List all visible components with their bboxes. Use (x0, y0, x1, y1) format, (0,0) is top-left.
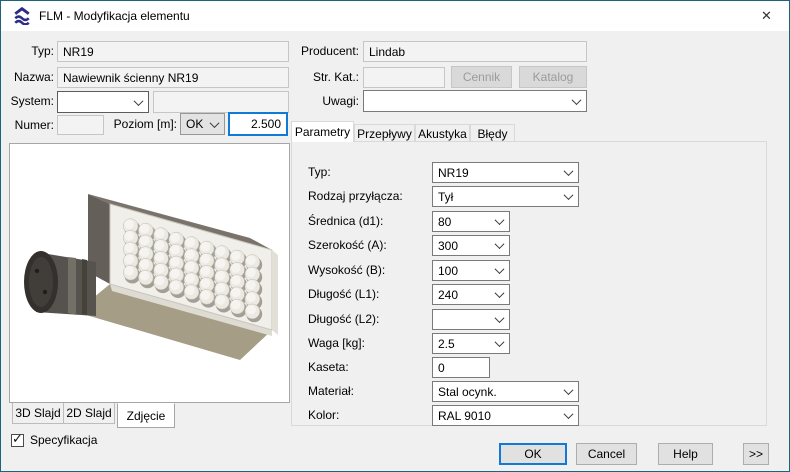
numer-field (57, 115, 104, 135)
param-dlugosc-l2-label: Długość (L2): (308, 309, 438, 330)
system-label: System: (7, 91, 54, 112)
typ-field[interactable]: NR19 (57, 41, 289, 62)
chevron-down-icon (559, 406, 578, 425)
typ-label: Typ: (9, 41, 54, 62)
param-srednica-select[interactable]: 80 (432, 211, 510, 232)
tab-parametry[interactable]: Parametry (291, 121, 354, 142)
numer-label: Numer: (9, 115, 54, 136)
app-logo-icon (13, 7, 31, 25)
poziom-value-text: 2.500 (251, 117, 281, 131)
preview-tab-zdjecie[interactable]: Zdjęcie (117, 403, 175, 428)
param-waga-value: 2.5 (433, 337, 490, 351)
chevron-down-icon (490, 236, 509, 255)
expand-button[interactable]: >> (743, 443, 769, 465)
param-waga-select[interactable]: 2.5 (432, 333, 510, 354)
param-dlugosc-l2-select[interactable] (432, 309, 510, 330)
poziom-label: Poziom [m]: (109, 114, 177, 135)
specyfikacja-label: Specyfikacja (30, 431, 97, 449)
cancel-button[interactable]: Cancel (576, 443, 637, 465)
strkat-label: Str. Kat.: (289, 67, 359, 88)
close-icon[interactable]: ✕ (744, 1, 789, 30)
chevron-down-icon (559, 382, 578, 401)
product-photo (9, 143, 290, 403)
param-dlugosc-l1-select[interactable]: 240 (432, 284, 510, 305)
param-kaseta-input[interactable]: 0 (432, 357, 490, 378)
typ-field-value: NR19 (63, 45, 94, 59)
check-icon: ✓ (12, 431, 23, 447)
param-material-select[interactable]: Stal ocynk. (432, 381, 579, 402)
katalog-button[interactable]: Katalog (519, 66, 587, 88)
param-wysokosc-label: Wysokość (B): (308, 260, 438, 281)
param-dlugosc-l1-label: Długość (L1): (308, 284, 438, 305)
param-rodzaj-value: Tył (433, 190, 559, 204)
param-szerokosc-label: Szerokość (A): (308, 235, 438, 256)
param-kaseta-value: 0 (438, 361, 445, 375)
param-rodzaj-select[interactable]: Tył (432, 186, 579, 207)
titlebar[interactable]: FLM - Modyfikacja elementu ✕ (1, 1, 789, 31)
uwagi-label: Uwagi: (289, 91, 359, 112)
chevron-down-icon (129, 92, 148, 112)
param-typ-select[interactable]: NR19 (432, 162, 579, 183)
tab-przeplywy[interactable]: Przepływy (354, 124, 415, 142)
uwagi-select[interactable] (363, 90, 587, 112)
param-kolor-value: RAL 9010 (433, 409, 559, 423)
poziom-value-input[interactable]: 2.500 (228, 112, 288, 136)
chevron-down-icon (205, 114, 224, 134)
param-waga-label: Waga [kg]: (308, 333, 438, 354)
param-typ-label: Typ: (308, 162, 438, 183)
chevron-down-icon (490, 212, 509, 231)
producent-label: Producent: (289, 41, 359, 62)
param-kaseta-label: Kaseta: (308, 357, 438, 378)
chevron-down-icon (490, 334, 509, 353)
tab-akustyka[interactable]: Akustyka (415, 124, 470, 142)
system-extra-field (153, 91, 289, 113)
param-kolor-label: Kolor: (308, 405, 438, 426)
window-title: FLM - Modyfikacja elementu (39, 1, 190, 31)
tabpage-parametry: Typ: NR19 Rodzaj przyłącza: Tył Średnica… (291, 141, 767, 426)
nazwa-field-value: Nawiewnik ścienny NR19 (63, 71, 198, 85)
preview-tab-2d-slajd[interactable]: 2D Slajd (63, 403, 115, 424)
chevron-down-icon (490, 285, 509, 304)
param-srednica-label: Średnica (d1): (308, 211, 438, 232)
tab-bledy[interactable]: Błędy (470, 124, 515, 142)
poziom-mode-value: OK (181, 117, 205, 131)
param-kolor-select[interactable]: RAL 9010 (432, 405, 579, 426)
param-szerokosc-select[interactable]: 300 (432, 235, 510, 256)
producent-field-value: Lindab (369, 45, 405, 59)
param-dlugosc-l1-value: 240 (433, 288, 490, 302)
param-wysokosc-value: 100 (433, 264, 490, 278)
nazwa-field[interactable]: Nawiewnik ścienny NR19 (57, 67, 289, 88)
specyfikacja-checkbox[interactable]: ✓ (11, 434, 24, 447)
chevron-down-icon (490, 261, 509, 280)
dialog-window: FLM - Modyfikacja elementu ✕ Typ: NR19 N… (0, 0, 790, 472)
param-wysokosc-select[interactable]: 100 (432, 260, 510, 281)
chevron-down-icon (567, 91, 586, 111)
producent-field[interactable]: Lindab (363, 41, 587, 62)
poziom-mode-select[interactable]: OK (180, 113, 225, 135)
help-button[interactable]: Help (658, 443, 713, 465)
chevron-down-icon (559, 187, 578, 206)
param-typ-value: NR19 (433, 166, 559, 180)
chevron-down-icon (490, 310, 509, 329)
chevron-down-icon (559, 163, 578, 182)
param-szerokosc-value: 300 (433, 239, 490, 253)
preview-tab-3d-slajd[interactable]: 3D Slajd (12, 403, 64, 424)
param-srednica-value: 80 (433, 215, 490, 229)
system-select[interactable] (57, 91, 149, 113)
nazwa-label: Nazwa: (9, 67, 54, 88)
param-rodzaj-label: Rodzaj przyłącza: (308, 186, 438, 207)
param-material-value: Stal ocynk. (433, 385, 559, 399)
param-material-label: Materiał: (308, 381, 438, 402)
cennik-button[interactable]: Cennik (451, 66, 512, 88)
strkat-field (363, 67, 445, 88)
ok-button[interactable]: OK (499, 443, 567, 465)
